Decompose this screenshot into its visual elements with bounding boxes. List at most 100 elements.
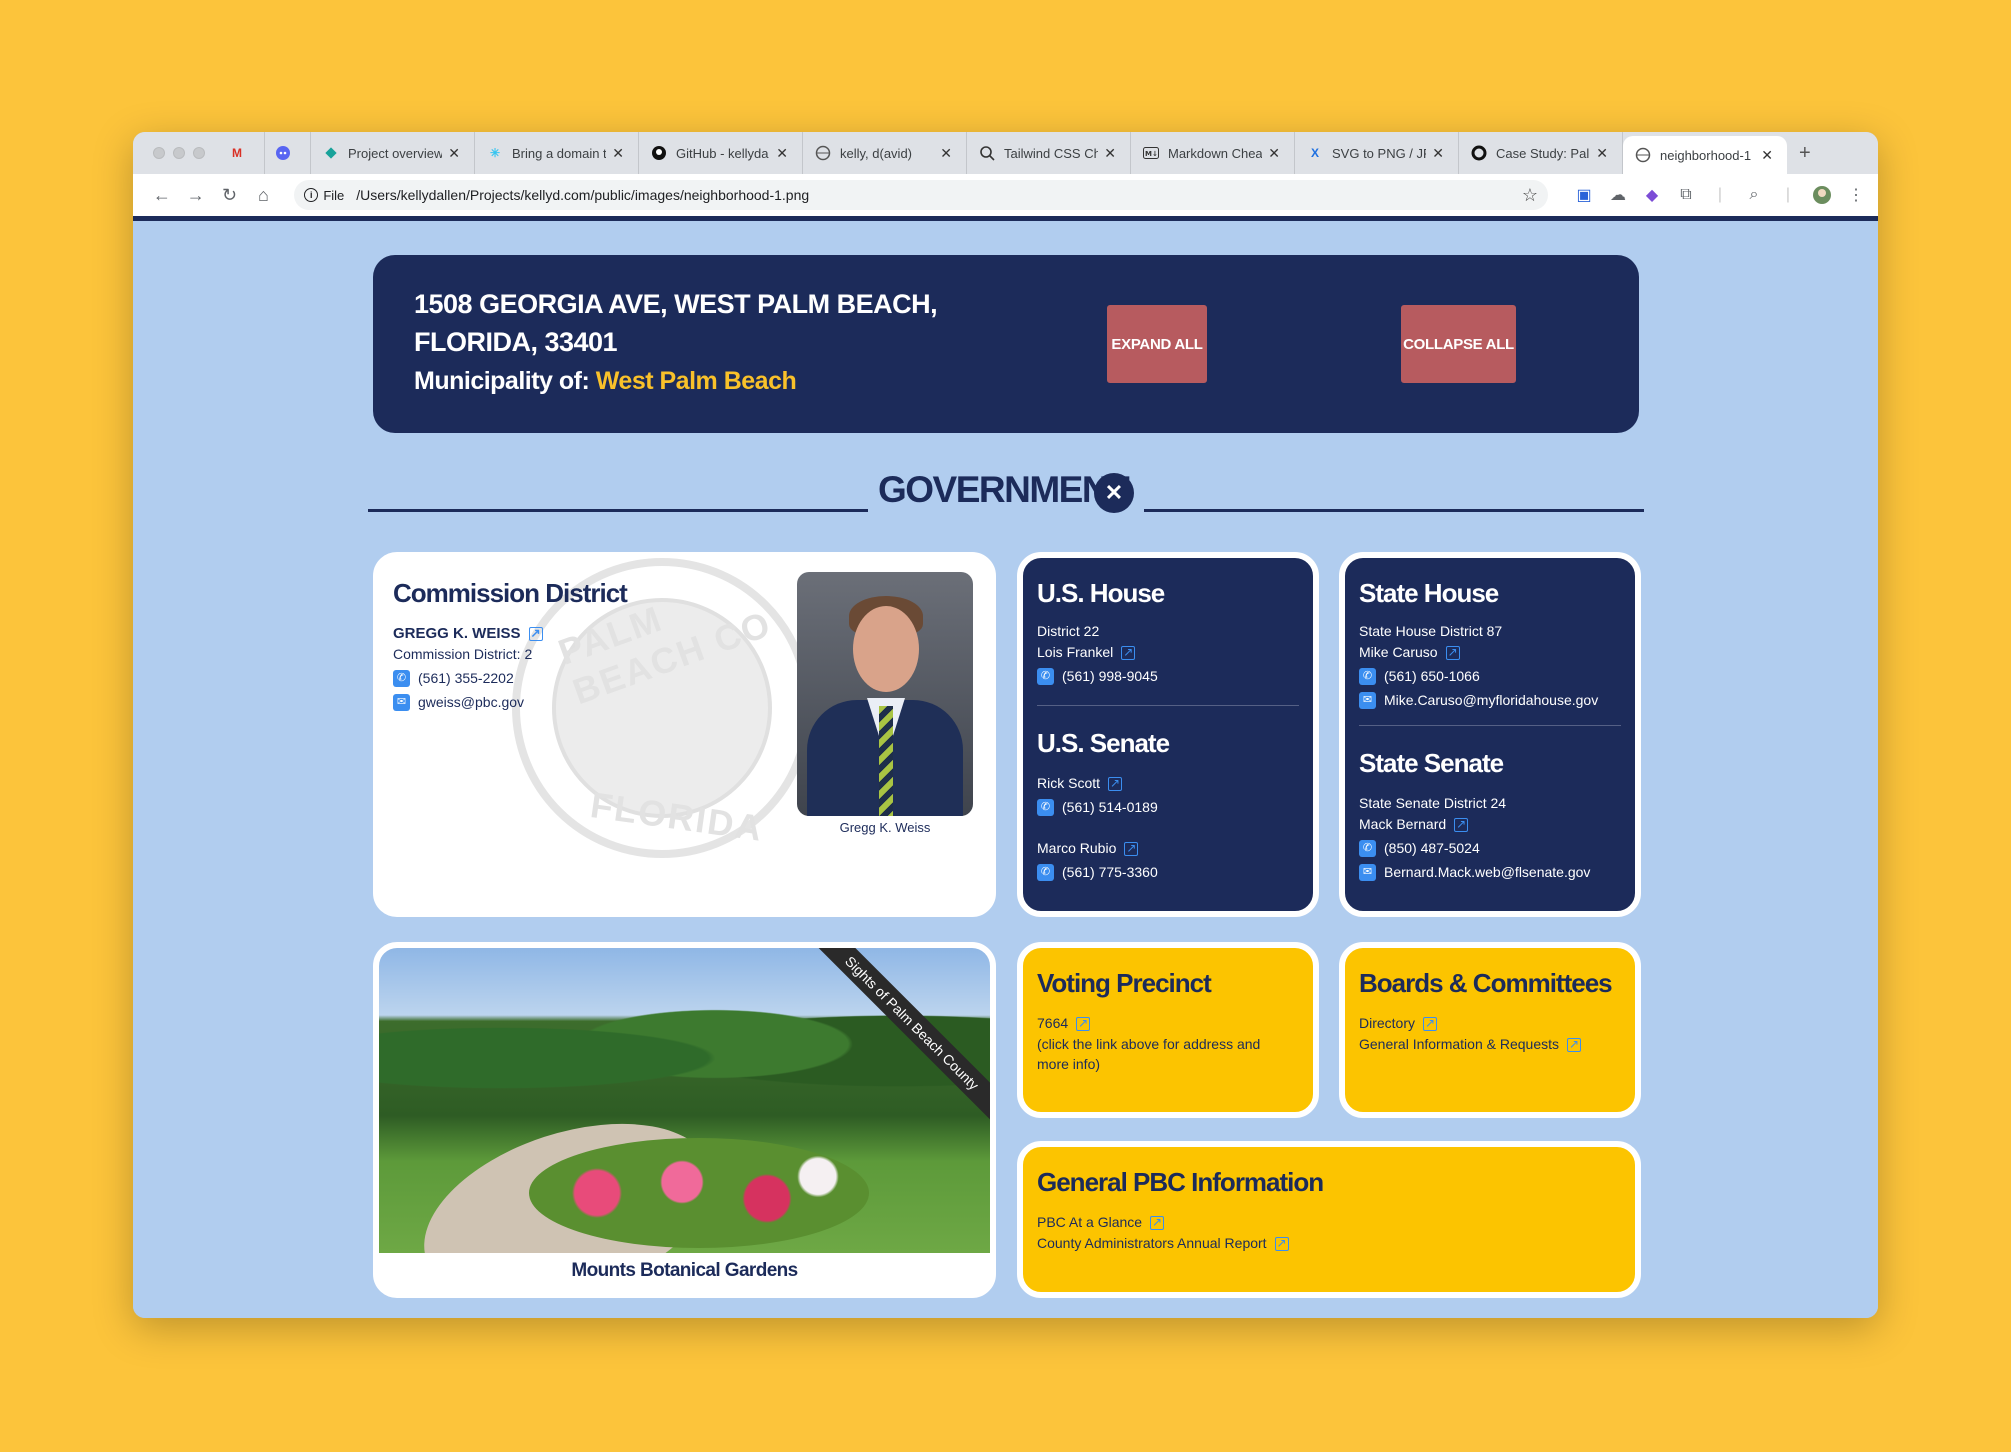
general-info-link[interactable]: General Information & Requests ↗	[1359, 1034, 1621, 1055]
expand-all-button[interactable]: EXPAND ALL	[1107, 305, 1207, 383]
state-house-rep-link[interactable]: Mike Caruso ↗	[1359, 642, 1621, 663]
pbc-glance-link[interactable]: PBC At a Glance ↗	[1037, 1212, 1597, 1233]
tab-label: kelly, d(avid)	[840, 145, 913, 161]
tab-close-icon[interactable]: ✕	[940, 145, 952, 162]
phone-icon: ✆	[1037, 799, 1054, 816]
senator-name: Mack Bernard	[1359, 816, 1447, 832]
precinct-note: (click the link above for address and mo…	[1037, 1036, 1261, 1072]
precinct-link[interactable]: 7664 ↗	[1037, 1013, 1299, 1034]
tab-case-study[interactable]: Case Study: Pal ✕	[1459, 132, 1623, 174]
tab-close-icon[interactable]: ✕	[1432, 145, 1444, 162]
tab-gmail[interactable]: M	[219, 132, 265, 174]
mail-icon: ✉	[393, 694, 410, 711]
senator-link[interactable]: Marco Rubio ↗	[1037, 838, 1299, 859]
state-house-district: State House District 87	[1359, 623, 1503, 639]
bookmark-star-icon[interactable]: ☆	[1522, 185, 1538, 206]
tab-close-icon[interactable]: ✕	[1761, 147, 1773, 164]
external-link-icon: ↗	[1454, 817, 1469, 832]
extension-purple-icon[interactable]: ◆	[1642, 185, 1662, 205]
external-link-icon: ↗	[1567, 1037, 1581, 1052]
sights-card: Sights of Palm Beach County Mounts Botan…	[373, 942, 996, 1298]
state-house-senate-card: State House State House District 87 Mike…	[1339, 552, 1641, 917]
discord-icon	[275, 145, 291, 161]
external-link-icon: ↗	[1121, 645, 1136, 660]
tab-project-overview[interactable]: Project overview ✕	[311, 132, 475, 174]
external-link-icon: ↗	[528, 626, 543, 641]
senator-link[interactable]: Rick Scott ↗	[1037, 773, 1299, 794]
back-icon[interactable]: ←	[145, 185, 179, 206]
tab-svg-to-png[interactable]: X SVG to PNG / JP ✕	[1295, 132, 1459, 174]
tab-close-icon[interactable]: ✕	[612, 145, 624, 162]
zoom-window-button[interactable]	[193, 147, 205, 159]
tab-markdown[interactable]: M↓ Markdown Chea ✕	[1131, 132, 1295, 174]
new-tab-button[interactable]: +	[1787, 132, 1823, 174]
collapse-all-button[interactable]: COLLAPSE ALL	[1401, 305, 1516, 383]
external-link-icon: ↗	[1423, 1016, 1438, 1031]
commission-phone[interactable]: ✆ (561) 355-2202	[393, 668, 627, 689]
more-menu-icon[interactable]: ⋮	[1846, 185, 1866, 205]
extension-bookmark-icon[interactable]: ▣	[1574, 185, 1594, 205]
commission-district-card: PALM BEACH CO FLORIDA Commission Distric…	[373, 552, 996, 917]
tab-close-icon[interactable]: ✕	[1268, 145, 1280, 162]
site-info-chip[interactable]: i File	[304, 188, 344, 203]
tab-neighborhood-active[interactable]: neighborhood-1 ✕	[1623, 136, 1787, 174]
tab-label: Tailwind CSS Ch	[1004, 145, 1099, 161]
tab-search-icon[interactable]: ⌕	[1744, 185, 1764, 205]
tab-label: Bring a domain t	[512, 145, 607, 161]
commission-district: Commission District: 2	[393, 646, 533, 662]
svg-text:M↓: M↓	[1145, 150, 1158, 158]
forward-icon[interactable]: →	[179, 185, 213, 206]
mail-icon: ✉	[1359, 692, 1376, 709]
tab-bring-domain[interactable]: ✳ Bring a domain t ✕	[475, 132, 639, 174]
profile-avatar-icon[interactable]	[1812, 185, 1832, 205]
senator-name: Rick Scott	[1037, 775, 1101, 791]
garden-caption: Mounts Botanical Gardens	[571, 1260, 798, 1281]
senator-phone[interactable]: ✆ (561) 514-0189	[1037, 797, 1299, 818]
state-house-email[interactable]: ✉ Mike.Caruso@myfloridahouse.gov	[1359, 690, 1621, 711]
tab-label: GitHub - kellyda	[676, 145, 769, 161]
precinct-number: 7664	[1037, 1015, 1069, 1031]
link-text: General Information & Requests	[1359, 1036, 1559, 1052]
close-window-button[interactable]	[153, 147, 165, 159]
cloud-icon[interactable]: ☁	[1608, 185, 1628, 205]
annual-report-link[interactable]: County Administrators Annual Report ↗	[1037, 1233, 1597, 1254]
home-icon[interactable]: ⌂	[246, 185, 280, 206]
external-link-icon: ↗	[1124, 841, 1139, 856]
section-close-icon[interactable]: ✕	[1094, 473, 1134, 513]
reload-icon[interactable]: ↻	[213, 185, 247, 206]
url-text[interactable]: /Users/kellydallen/Projects/kellyd.com/p…	[356, 187, 1522, 203]
tab-label: SVG to PNG / JP	[1332, 145, 1427, 161]
commission-email[interactable]: ✉ gweiss@pbc.gov	[393, 692, 627, 713]
phone-text: (561) 775-3360	[1062, 864, 1158, 880]
divider	[1037, 705, 1299, 706]
senator-phone[interactable]: ✆ (561) 775-3360	[1037, 862, 1299, 883]
us-house-rep-link[interactable]: Lois Frankel ↗	[1037, 642, 1299, 663]
state-senator-link[interactable]: Mack Bernard ↗	[1359, 814, 1621, 835]
tab-close-icon[interactable]: ✕	[1596, 145, 1608, 162]
puzzle-icon[interactable]: ⧉	[1676, 185, 1696, 205]
phone-icon: ✆	[393, 670, 410, 687]
github-icon	[651, 145, 667, 161]
us-house-phone[interactable]: ✆ (561) 998-9045	[1037, 666, 1299, 687]
state-senate-district: State Senate District 24	[1359, 795, 1507, 811]
minimize-window-button[interactable]	[173, 147, 185, 159]
tab-github[interactable]: GitHub - kellyda ✕	[639, 132, 803, 174]
card-title: Commission District	[393, 578, 628, 608]
phone-text: (561) 355-2202	[418, 670, 514, 686]
state-senate-email[interactable]: ✉ Bernard.Mack.web@flsenate.gov	[1359, 862, 1621, 883]
state-senate-phone[interactable]: ✆ (850) 487-5024	[1359, 838, 1621, 859]
tab-close-icon[interactable]: ✕	[448, 145, 460, 162]
state-house-phone[interactable]: ✆ (561) 650-1066	[1359, 666, 1621, 687]
phone-icon: ✆	[1359, 840, 1376, 857]
external-link-icon: ↗	[1150, 1215, 1165, 1230]
directory-link[interactable]: Directory ↗	[1359, 1013, 1621, 1034]
address-bar[interactable]: i File /Users/kellydallen/Projects/kelly…	[294, 180, 1548, 210]
top-border	[133, 216, 1878, 221]
tab-close-icon[interactable]: ✕	[1104, 145, 1116, 162]
commissioner-link[interactable]: GREGG K. WEISS ↗	[393, 623, 627, 644]
email-text: gweiss@pbc.gov	[418, 694, 525, 710]
tab-kelly-david[interactable]: kelly, d(avid) ✕	[803, 132, 967, 174]
tab-discord[interactable]	[265, 132, 311, 174]
tab-tailwind[interactable]: Tailwind CSS Ch ✕	[967, 132, 1131, 174]
tab-close-icon[interactable]: ✕	[776, 145, 788, 162]
